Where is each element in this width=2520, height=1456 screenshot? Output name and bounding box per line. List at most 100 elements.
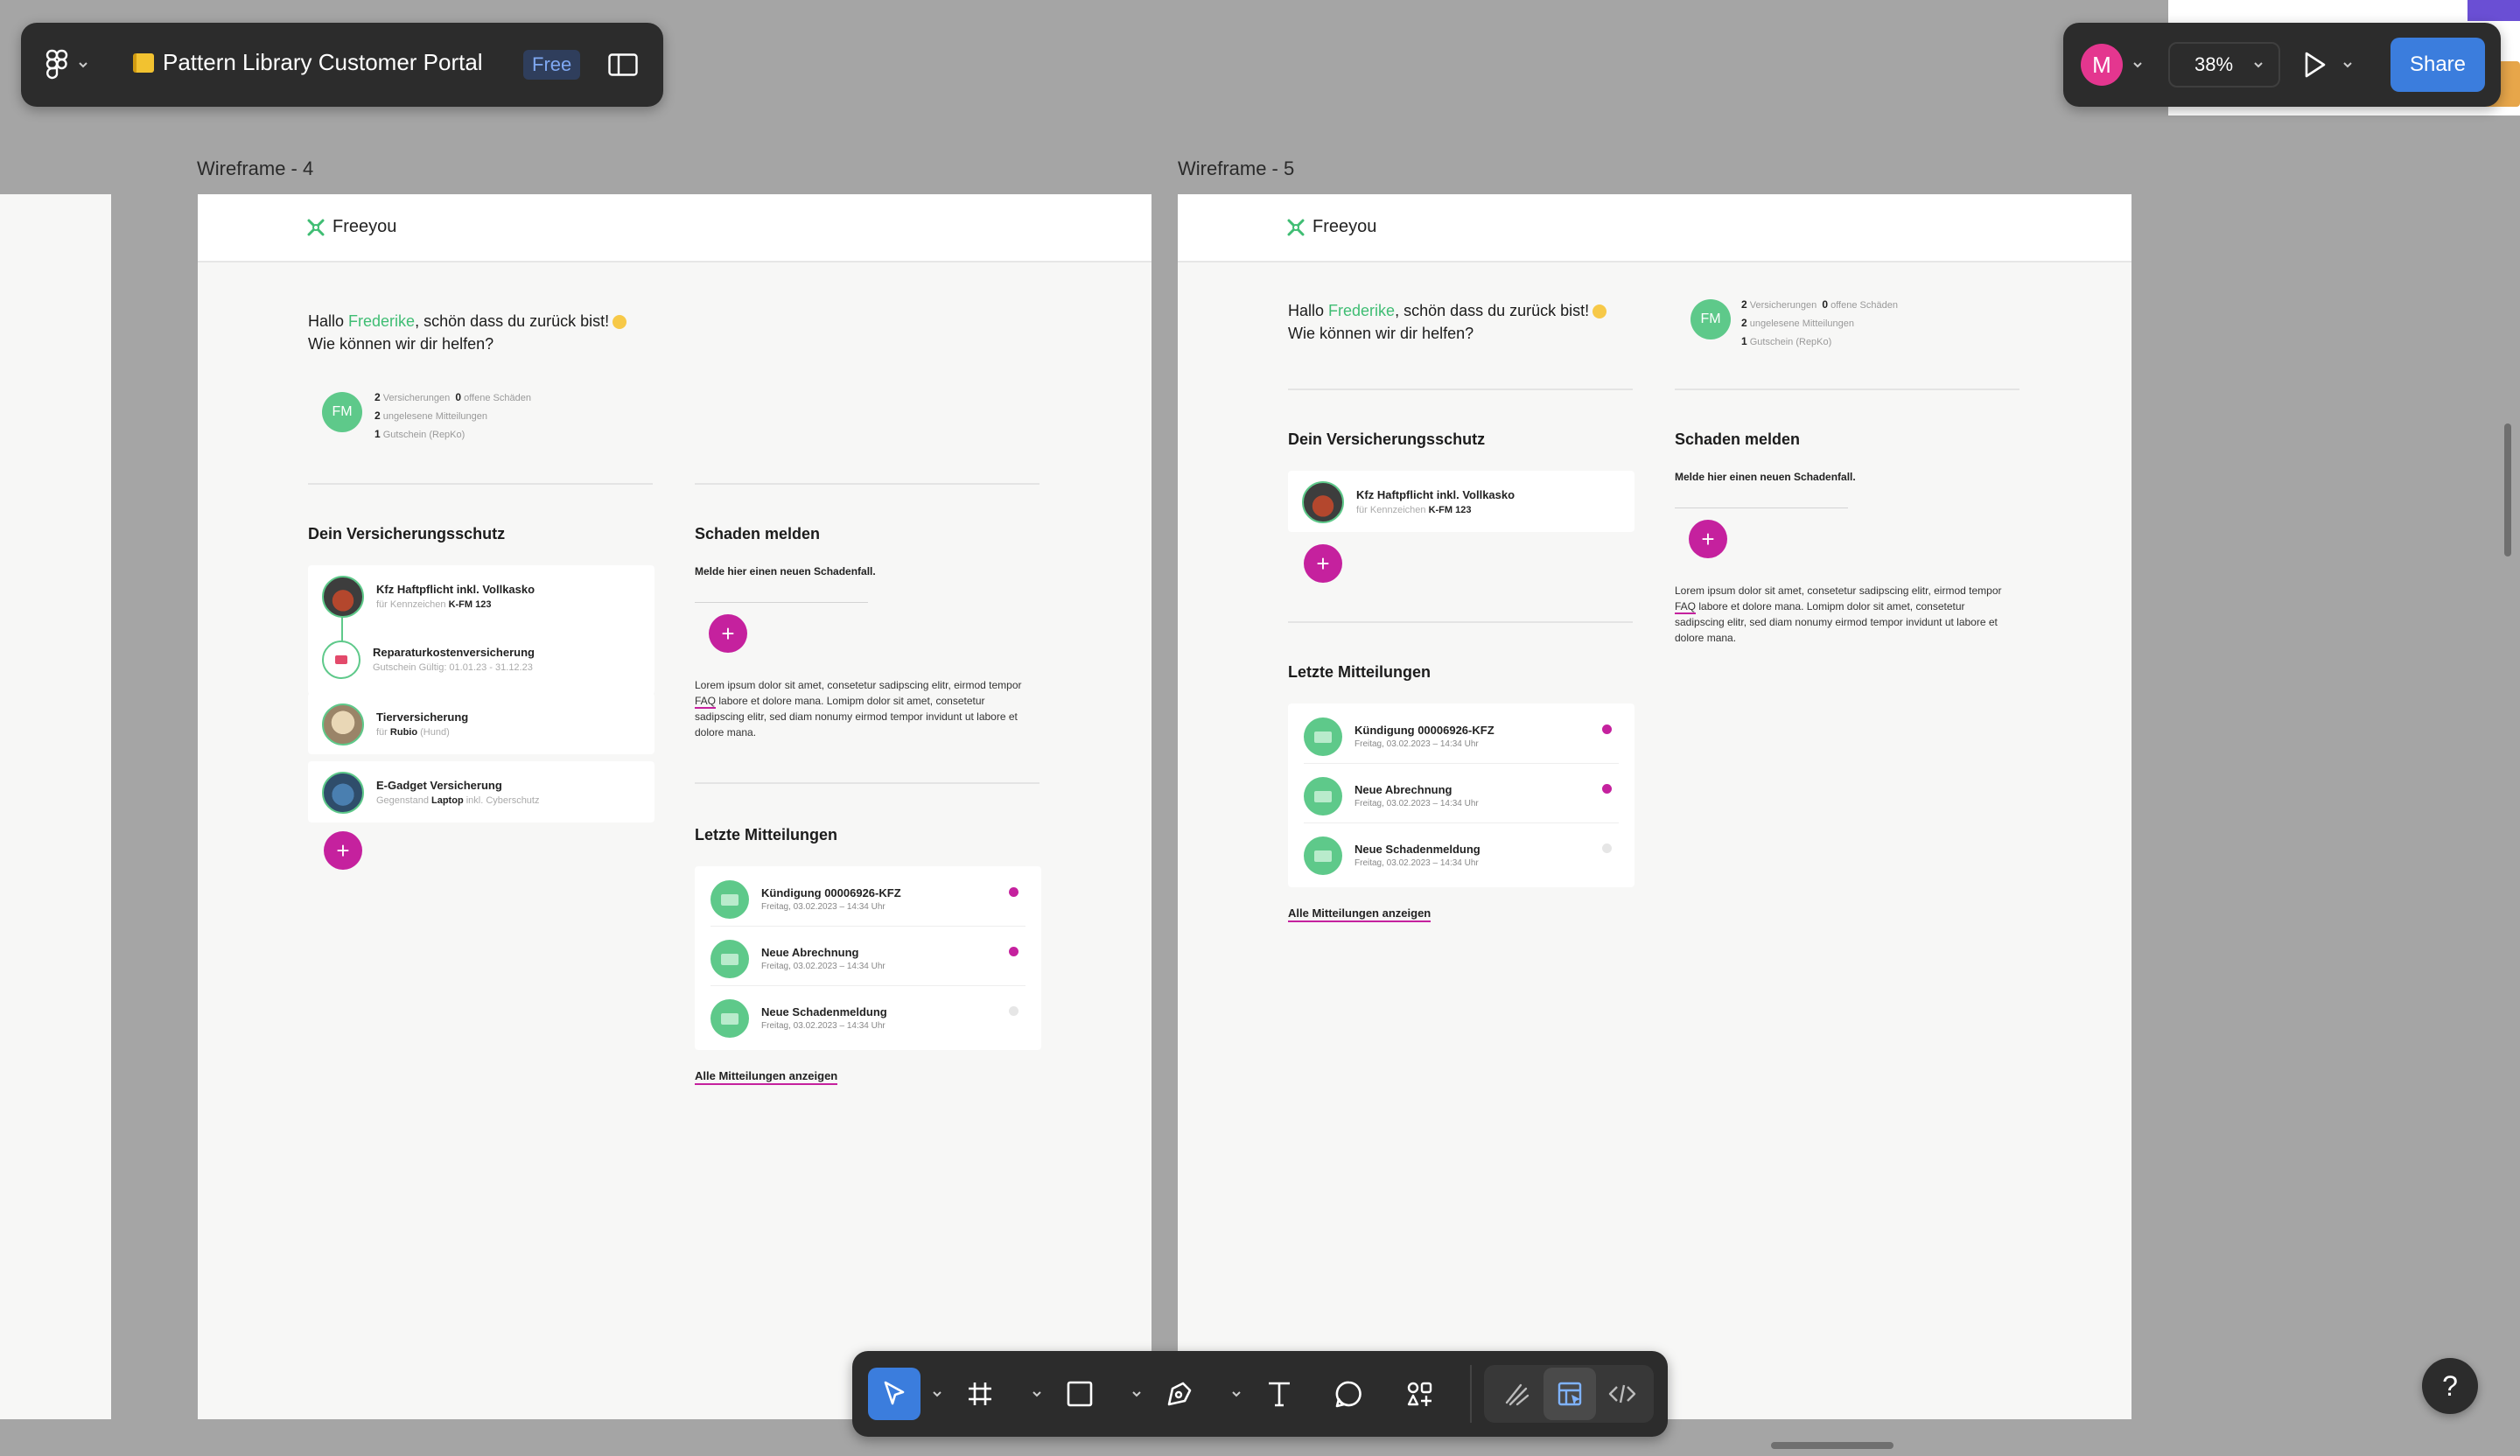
- greeting: Hallo Frederike, schön dass du zurück bi…: [1288, 299, 1607, 345]
- car-thumbnail: [1302, 481, 1344, 523]
- greeting: Hallo Frederike, schön dass du zurück bi…: [308, 310, 627, 355]
- canvas[interactable]: Wireframe - 4 Freeyou Hallo Frederike, s…: [0, 0, 2520, 1456]
- user-avatar: M: [2081, 44, 2123, 86]
- message-item[interactable]: Kündigung 00006926-KFZ Freitag, 03.02.202…: [710, 873, 1026, 927]
- report-claim-button[interactable]: +: [1689, 520, 1727, 558]
- insurance-item[interactable]: Kfz Haftpflicht inkl. Vollkasko für Kennz…: [1302, 481, 1515, 523]
- claim-subtitle: Melde hier einen neuen Schadenfall.: [695, 565, 876, 578]
- plan-badge[interactable]: Free: [523, 50, 581, 80]
- share-button[interactable]: Share: [2390, 38, 2485, 92]
- move-tool[interactable]: [868, 1368, 920, 1420]
- comment-icon: [1335, 1381, 1362, 1408]
- message-item[interactable]: Neue Abrechnung Freitag, 03.02.2023 – 14:…: [710, 933, 1026, 986]
- message-item[interactable]: Neue Schadenmeldung Freitag, 03.02.2023 –…: [1304, 830, 1619, 882]
- message-item[interactable]: Neue Abrechnung Freitag, 03.02.2023 – 14:…: [1304, 770, 1619, 823]
- messages-card: Kündigung 00006926-KFZ Freitag, 03.02.202…: [695, 866, 1041, 1050]
- freeyou-logo[interactable]: Freeyou: [1286, 217, 1376, 237]
- message-item[interactable]: Neue Schadenmeldung Freitag, 03.02.2023 –…: [710, 992, 1026, 1045]
- connector-line: [341, 616, 343, 642]
- all-messages-link[interactable]: Alle Mitteilungen anzeigen: [695, 1069, 838, 1085]
- stat-label: offene Schäden: [1830, 300, 1898, 311]
- greeting-prefix: Hallo: [1288, 302, 1329, 319]
- shape-tool[interactable]: [1054, 1368, 1106, 1420]
- greeting-name: Frederike: [1328, 302, 1396, 319]
- insurance-subtitle-value: Rubio: [389, 727, 418, 738]
- frame-label-wireframe-4[interactable]: Wireframe - 4: [197, 158, 313, 180]
- message-date: Freitag, 03.02.2023 – 14:34 Uhr: [761, 902, 886, 912]
- text-tool[interactable]: [1253, 1368, 1306, 1420]
- divider: [1288, 621, 1633, 623]
- assets-tool[interactable]: [1393, 1368, 1446, 1420]
- car-thumbnail: [322, 576, 364, 618]
- assets-icon: [1407, 1382, 1432, 1406]
- divider: [1675, 388, 2020, 390]
- repair-voucher-icon: [322, 640, 360, 679]
- sidebar-toggle-button[interactable]: [602, 46, 644, 84]
- insurance-subtitle: Gegenstand: [376, 795, 431, 806]
- horizontal-scrollbar[interactable]: [1771, 1442, 1894, 1449]
- insurance-title: Reparaturkostenversicherung: [373, 646, 535, 659]
- comment-tool[interactable]: [1323, 1368, 1376, 1420]
- chevron-down-icon: [933, 1391, 942, 1397]
- vertical-scrollbar[interactable]: [2504, 424, 2511, 556]
- frame-label-wireframe-5[interactable]: Wireframe - 5: [1178, 158, 1294, 180]
- chevron-down-icon: [2133, 62, 2142, 68]
- frame-wireframe-4[interactable]: Freeyou Hallo Frederike, schön dass du z…: [198, 194, 1152, 1419]
- add-insurance-button[interactable]: +: [1304, 544, 1342, 583]
- shape-tool-menu[interactable]: [1130, 1388, 1143, 1400]
- read-indicator: [1602, 844, 1612, 853]
- freeyou-logo-icon: [307, 219, 325, 235]
- message-date: Freitag, 03.02.2023 – 14:34 Uhr: [1354, 739, 1479, 749]
- add-insurance-button[interactable]: +: [324, 831, 362, 870]
- frame-wireframe-5[interactable]: Freeyou Hallo Frederike, schön dass du z…: [1178, 194, 2132, 1419]
- insurance-card-pet[interactable]: Tierversicherung für Rubio (Hund): [308, 693, 654, 754]
- frame-offscreen-left[interactable]: [0, 194, 111, 1419]
- avatar[interactable]: FM: [1690, 299, 1731, 340]
- message-item[interactable]: Kündigung 00006926-KFZ Freitag, 03.02.202…: [1304, 710, 1619, 764]
- claim-text: Lorem ipsum dolor sit amet, consetetur s…: [695, 679, 1022, 691]
- claim-section-title: Schaden melden: [695, 525, 821, 542]
- chevron-down-icon: [2254, 62, 2263, 68]
- stat-label: Gutschein (RepKo): [382, 430, 466, 440]
- insurance-card-kfz[interactable]: Kfz Haftpflicht inkl. Vollkasko für Kennz…: [1288, 471, 1634, 532]
- mail-icon: [1304, 836, 1342, 875]
- help-button[interactable]: ?: [2422, 1358, 2478, 1414]
- move-cursor-icon: [884, 1381, 905, 1405]
- stat-count: 0: [455, 391, 462, 403]
- message-title: Neue Abrechnung: [761, 946, 859, 959]
- faq-link[interactable]: FAQ: [1675, 600, 1697, 614]
- unread-indicator: [1602, 724, 1612, 734]
- toolbar-divider: [1470, 1365, 1472, 1423]
- user-menu[interactable]: M: [2081, 44, 2144, 86]
- report-claim-button[interactable]: +: [709, 614, 747, 653]
- greeting-name: Frederike: [348, 312, 416, 330]
- insurance-subtitle-suffix: inkl. Cyberschutz: [463, 795, 540, 806]
- zoom-control[interactable]: 38%: [2168, 42, 2280, 88]
- present-button[interactable]: [2301, 46, 2366, 84]
- main-menu-button[interactable]: [44, 44, 105, 86]
- dev-mode-button[interactable]: [1596, 1368, 1648, 1420]
- insurance-card-gadget[interactable]: E-Gadget Versicherung Gegenstand Laptop i…: [308, 761, 654, 822]
- frame-tool-menu[interactable]: [1031, 1388, 1043, 1400]
- freeyou-logo[interactable]: Freeyou: [306, 217, 396, 237]
- draw-mode-button[interactable]: [1491, 1368, 1544, 1420]
- faq-link[interactable]: FAQ: [695, 695, 717, 709]
- unread-indicator: [1009, 947, 1018, 956]
- avatar[interactable]: FM: [322, 392, 362, 432]
- pen-tool-menu[interactable]: [1230, 1388, 1242, 1400]
- insurance-card-kfz[interactable]: Kfz Haftpflicht inkl. Vollkasko für Kennz…: [308, 565, 654, 695]
- frame-tool[interactable]: [954, 1368, 1006, 1420]
- insurance-item[interactable]: Reparaturkostenversicherung Gutschein Gül…: [322, 640, 535, 679]
- insurance-item[interactable]: E-Gadget Versicherung Gegenstand Laptop i…: [322, 772, 539, 814]
- dog-thumbnail: [322, 704, 364, 746]
- move-tool-menu[interactable]: [931, 1388, 943, 1400]
- claim-underline: [695, 602, 868, 603]
- all-messages-link[interactable]: Alle Mitteilungen anzeigen: [1288, 906, 1432, 922]
- message-title: Kündigung 00006926-KFZ: [761, 886, 901, 900]
- message-title: Neue Schadenmeldung: [1354, 843, 1480, 856]
- pen-tool[interactable]: [1153, 1368, 1206, 1420]
- file-name[interactable]: Pattern Library Customer Portal: [133, 49, 483, 76]
- design-mode-button[interactable]: [1544, 1368, 1596, 1420]
- insurance-item[interactable]: Kfz Haftpflicht inkl. Vollkasko für Kennz…: [322, 576, 535, 618]
- insurance-item[interactable]: Tierversicherung für Rubio (Hund): [322, 704, 468, 746]
